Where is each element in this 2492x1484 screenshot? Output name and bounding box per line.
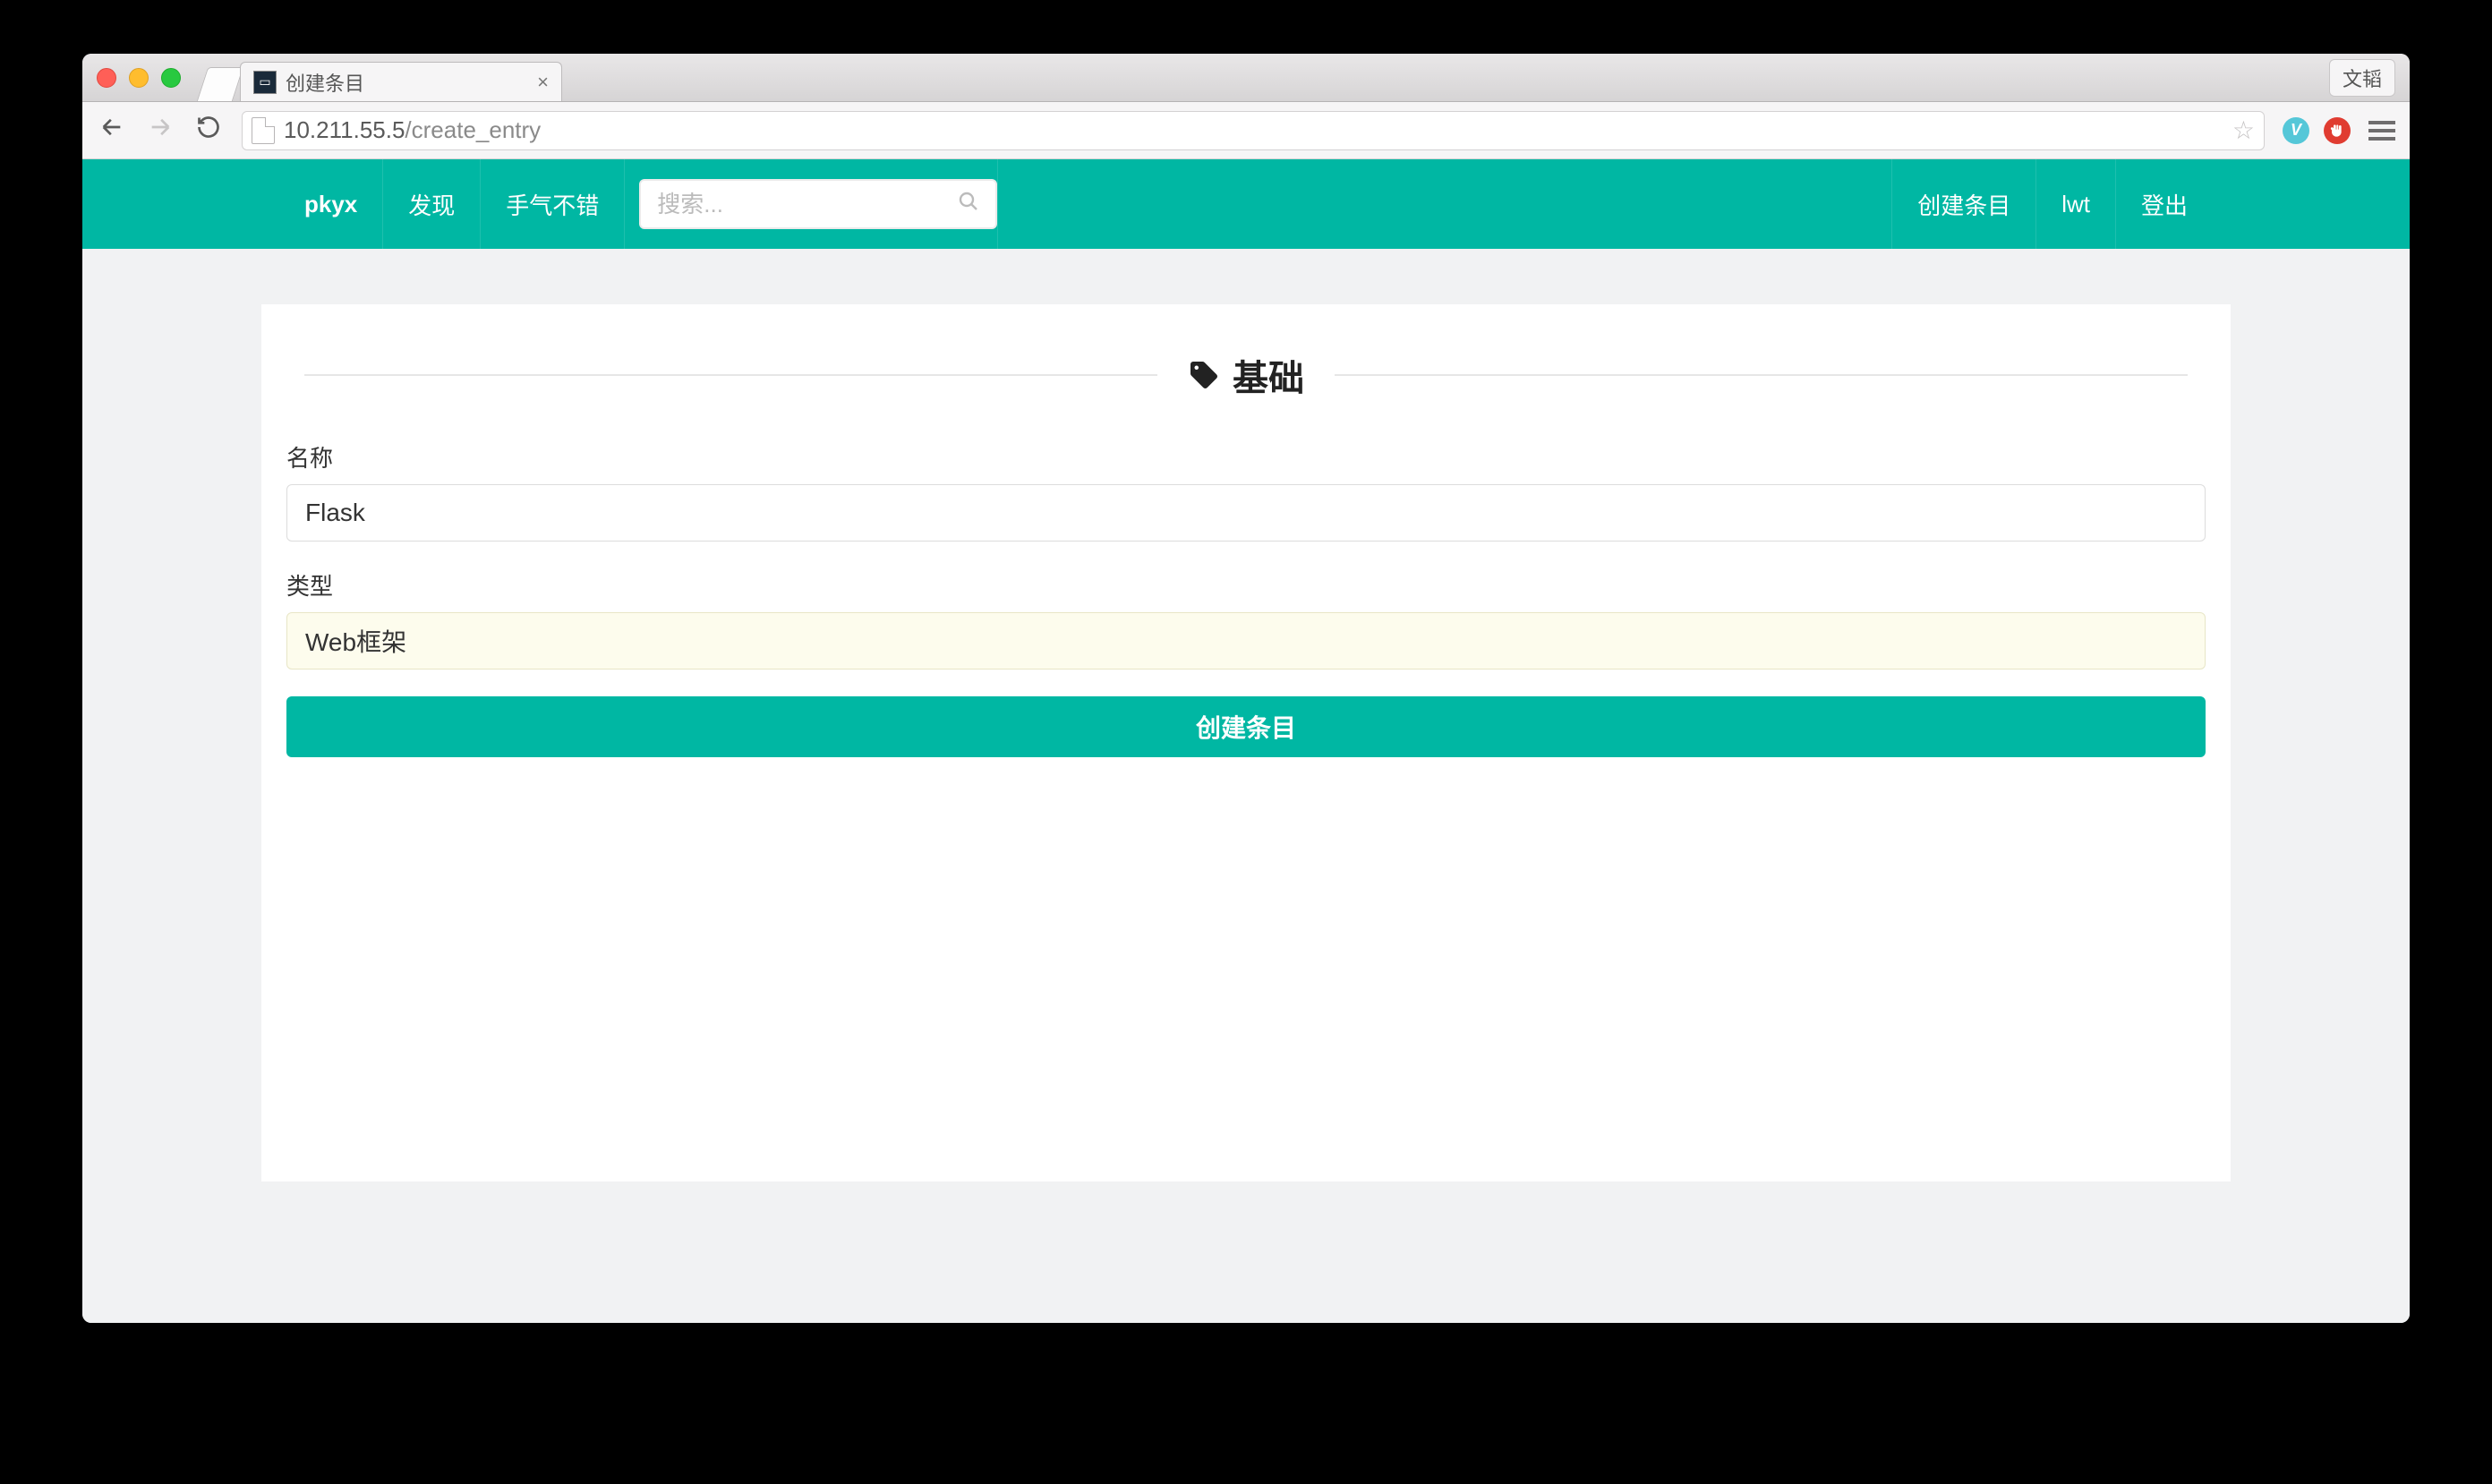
nav-link-label: 登出: [2141, 188, 2188, 221]
browser-window: ▭ 创建条目 × 文韬 10.211.55.5/create_en: [82, 54, 2410, 1323]
window-maximize-button[interactable]: [161, 68, 181, 88]
type-label: 类型: [286, 568, 2206, 601]
section-title: 基础: [1233, 349, 1304, 401]
browser-menu-button[interactable]: [2368, 121, 2395, 141]
nav-link-label: 发现: [408, 188, 455, 221]
hand-icon: [2330, 124, 2344, 138]
brand-text: pkyx: [304, 191, 357, 218]
name-input[interactable]: [286, 484, 2206, 542]
browser-toolbar: 10.211.55.5/create_entry ☆ V: [82, 102, 2410, 159]
extension-v-icon[interactable]: V: [2283, 117, 2309, 144]
new-tab-chip[interactable]: [197, 67, 243, 101]
page-icon: [252, 117, 275, 144]
submit-button[interactable]: 创建条目: [286, 696, 2206, 757]
page-body: pkyx 发现 手气不错: [82, 159, 2410, 1323]
tab-close-button[interactable]: ×: [537, 71, 549, 94]
form-card: 基础 名称 类型 创建条目: [261, 304, 2231, 1181]
app-navbar: pkyx 发现 手气不错: [82, 159, 2410, 249]
reload-icon: [196, 115, 221, 140]
extension-block-icon[interactable]: [2324, 117, 2351, 144]
window-close-button[interactable]: [97, 68, 116, 88]
profile-name: 文韬: [2343, 68, 2382, 90]
nav-link-discover[interactable]: 发现: [383, 159, 480, 249]
window-title-bar: ▭ 创建条目 × 文韬: [82, 54, 2410, 102]
url-path: /create_entry: [405, 116, 541, 144]
type-input[interactable]: [286, 612, 2206, 670]
address-bar[interactable]: 10.211.55.5/create_entry ☆: [242, 111, 2265, 150]
arrow-left-icon: [99, 115, 124, 140]
search-box[interactable]: [639, 179, 997, 229]
search-input[interactable]: [657, 191, 958, 218]
nav-link-label: 手气不错: [506, 188, 599, 221]
back-button[interactable]: [97, 115, 127, 147]
tab-title: 创建条目: [286, 68, 364, 97]
url-host: 10.211.55.5: [284, 116, 405, 144]
window-controls: [97, 68, 181, 88]
window-minimize-button[interactable]: [129, 68, 149, 88]
tab-strip: ▭ 创建条目 ×: [202, 54, 562, 101]
section-heading: 基础: [286, 349, 2206, 401]
submit-label: 创建条目: [1196, 714, 1296, 742]
nav-divider: [624, 159, 625, 249]
nav-link-create-entry[interactable]: 创建条目: [1892, 159, 2035, 249]
name-label: 名称: [286, 440, 2206, 473]
profile-chip[interactable]: 文韬: [2329, 59, 2395, 97]
extension-icons: V: [2283, 117, 2351, 144]
tab-favicon-icon: ▭: [253, 71, 277, 94]
browser-tab[interactable]: ▭ 创建条目 ×: [240, 62, 562, 101]
nav-link-label: lwt: [2061, 191, 2090, 218]
nav-link-username[interactable]: lwt: [2036, 159, 2115, 249]
bookmark-star-icon[interactable]: ☆: [2232, 115, 2255, 145]
reload-button[interactable]: [193, 115, 224, 147]
forward-button[interactable]: [145, 115, 175, 147]
nav-divider: [997, 159, 998, 249]
nav-link-lucky[interactable]: 手气不错: [481, 159, 624, 249]
nav-link-logout[interactable]: 登出: [2116, 159, 2213, 249]
arrow-right-icon: [148, 115, 173, 140]
nav-link-label: 创建条目: [1917, 188, 2010, 221]
search-icon[interactable]: [958, 191, 979, 218]
brand-logo[interactable]: pkyx: [279, 159, 382, 249]
tag-icon: [1188, 359, 1220, 391]
